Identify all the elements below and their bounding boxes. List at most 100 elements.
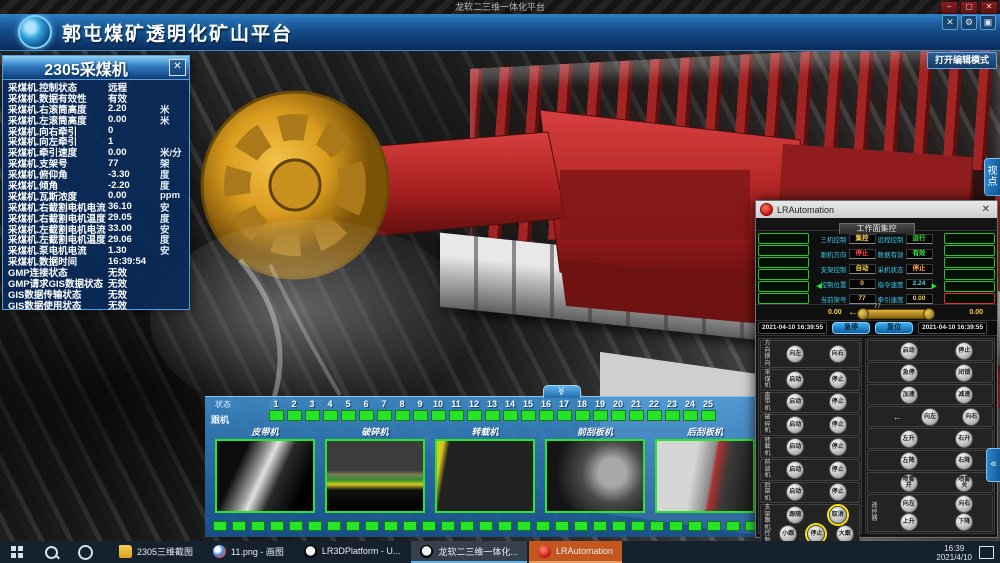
mini-shearer-graphic [862,309,930,319]
camera-thumbnail[interactable] [325,439,425,513]
sequence-button[interactable] [758,293,809,304]
support-number-cell: 5 [339,399,357,421]
camera-thumbnail[interactable] [215,439,315,513]
round-button[interactable]: 左升 [900,430,918,448]
support-status-square [647,410,662,421]
round-button[interactable]: 启动 [786,438,804,456]
minimize-button[interactable]: – [940,1,958,14]
taskbar-app-item[interactable]: 龙软二三维一体化... [411,541,527,563]
round-button[interactable]: 喷雾关 [955,474,973,492]
maximize-button[interactable]: ▢ [960,1,978,14]
round-button[interactable]: 跟随 [786,506,804,524]
camera-feed[interactable]: 后刮板机 [655,425,755,513]
sequence-button[interactable] [758,233,809,244]
open-edit-mode-button[interactable]: 打开编辑模式 [927,52,997,69]
reset-button[interactable]: 复位 [875,322,913,334]
round-button[interactable]: 向左 [900,495,918,513]
round-button[interactable]: 启动 [786,461,804,479]
sequence-button[interactable] [758,281,809,292]
shearer-data-row: 采煤机.瓦斯浓度 0.00 ppm [3,189,189,200]
round-button[interactable]: 向右 [962,408,980,426]
shearer-data-row: 采煤机.右滚筒高度 2.20 米 [3,102,189,113]
data-value: -3.30 [108,169,160,180]
taskbar-app-item[interactable]: 11.png - 画图 [204,541,293,563]
camera-thumbnail[interactable] [435,439,535,513]
round-button[interactable]: 减速 [955,386,973,404]
data-value: 77 [108,158,160,169]
close-button[interactable]: ✕ [980,1,998,14]
round-button[interactable]: 启动 [786,483,804,501]
round-button[interactable]: 向右 [955,495,973,513]
round-button[interactable]: 下降 [955,513,973,531]
sequence-button[interactable] [758,269,809,280]
camera-thumbnail[interactable] [545,439,645,513]
shearer-data-row: 采煤机.泵电机电流 1.30 安 [3,243,189,254]
panel-close-icon[interactable]: ✕ [169,59,186,76]
camera-feed[interactable]: 转载机 [435,425,535,513]
support-status-square [631,521,645,531]
data-value: 2.20 [108,103,160,114]
camera-feed[interactable]: 皮带机 [215,425,315,513]
support-number-cell: 20 [609,399,627,421]
camera-feed[interactable]: 前刮板机 [545,425,645,513]
taskbar-app-item[interactable]: 2305三维截图 [110,541,202,563]
sequence-button[interactable] [944,281,995,292]
round-button[interactable]: 停止 [829,371,847,389]
notification-center-icon[interactable] [979,546,994,559]
control-group-label [868,407,881,426]
round-button[interactable]: 停止 [829,438,847,456]
sequence-button[interactable] [944,233,995,244]
sequence-button[interactable] [944,293,995,304]
round-button[interactable]: 停止 [829,416,847,434]
gear-icon[interactable]: ⚙ [961,15,977,30]
round-button[interactable]: 停止 [829,393,847,411]
sequence-button[interactable] [758,257,809,268]
round-button[interactable]: 向左 [786,345,804,363]
round-button[interactable]: 左降 [900,452,918,470]
sequence-button[interactable] [944,269,995,280]
round-button[interactable]: 启动 [900,342,918,360]
round-button[interactable]: 取消 [829,506,847,524]
round-button[interactable]: 急停 [900,364,918,382]
round-button[interactable]: 加速 [900,386,918,404]
tools-icon[interactable]: ✕ [942,15,958,30]
lra-close-icon[interactable]: ✕ [979,204,993,215]
round-button[interactable]: 闭锁 [955,364,973,382]
taskbar-app-item[interactable]: LR3DPlatform - U... [295,541,410,563]
start-button[interactable] [0,546,34,558]
round-button[interactable]: 启动 [786,371,804,389]
camera-thumbnail[interactable] [655,439,755,513]
round-button[interactable]: 启动 [786,416,804,434]
round-button[interactable]: 上升 [900,513,918,531]
layout-icon[interactable]: ▣ [980,15,996,30]
taskbar-app-item[interactable]: LRAutomation [529,541,622,563]
estop-button[interactable]: 急停 [832,322,870,334]
support-number-cell: 10 [429,399,447,421]
sequence-button[interactable] [758,245,809,256]
collapse-chevron-icon[interactable]: « [986,448,1000,482]
round-button[interactable]: 右升 [955,430,973,448]
round-button[interactable]: 停止 [829,483,847,501]
round-button[interactable]: 启动 [786,393,804,411]
height-scale-right: ▶ [934,233,945,304]
support-number-cell: 23 [663,399,681,421]
round-button[interactable]: 向左 [921,408,939,426]
support-status-square [327,521,341,531]
round-button[interactable]: 停止 [829,461,847,479]
camera-feed[interactable]: 破碎机 [325,425,425,513]
support-number: 21 [627,399,645,409]
round-button[interactable]: 右降 [955,452,973,470]
taskbar-clock[interactable]: 16:39 2021/4/10 [936,542,972,562]
round-button[interactable]: 向右 [829,345,847,363]
panel-chevron-icon[interactable]: ≫ [543,385,581,398]
task-view-button[interactable] [68,545,102,560]
support-number-cell: 24 [681,399,699,421]
sequence-button[interactable] [944,257,995,268]
search-button[interactable] [34,546,68,559]
round-button[interactable]: 喷雾开 [900,474,918,492]
round-button[interactable]: 停止 [955,342,973,360]
sequence-button[interactable] [944,245,995,256]
viewpoint-tab[interactable]: 视点 [984,158,1000,196]
control-group-label: 破碎机 [761,415,774,435]
shearer-position-gauge: 0.00 ← 77 0.00 [756,305,997,321]
